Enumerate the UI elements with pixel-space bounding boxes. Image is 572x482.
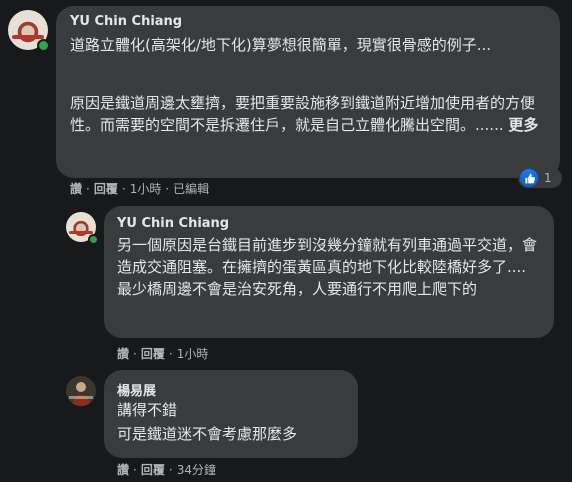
avatar-detail: [69, 230, 93, 234]
comment-text-line-1: 講得不錯: [117, 401, 178, 419]
comment-author-name[interactable]: YU Chin Chiang: [117, 216, 229, 231]
edited-label: 已編輯: [173, 182, 210, 196]
comment-2-avatar-wrapper[interactable]: [66, 212, 99, 245]
reply-link[interactable]: 回覆: [141, 347, 165, 361]
comment-author-name[interactable]: YU Chin Chiang: [70, 14, 182, 29]
avatar-detail: [12, 34, 44, 39]
comment-text: 另一個原因是台鐵目前進步到沒幾分鐘就有列車通過平交道，會造成交通阻塞。在擁擠的蛋…: [117, 236, 538, 298]
comment-2-actions: 讚 · 回覆 · 1小時: [117, 347, 209, 361]
comment-1-avatar-wrapper[interactable]: [8, 10, 50, 52]
reply-link[interactable]: 回覆: [141, 463, 165, 477]
see-more-link[interactable]: 更多: [508, 116, 538, 134]
comment-1-actions: 讚 · 回覆 · 1小時 · 已編輯: [70, 182, 210, 196]
online-status-icon: [88, 234, 99, 245]
reply-link[interactable]: 回覆: [94, 182, 118, 196]
avatar[interactable]: [66, 376, 96, 406]
comment-text-paragraph-2: 原因是鐵道周邊太壅擠，要把重要設施移到鐵道附近增加使用者的方便性。而需要的空間不…: [70, 92, 548, 136]
timestamp[interactable]: 34分鐘: [177, 463, 216, 477]
comment-3-actions: 讚 · 回覆 · 34分鐘: [117, 463, 216, 477]
comment-author-name[interactable]: 楊易展: [117, 380, 156, 399]
online-status-icon: [37, 39, 50, 52]
timestamp[interactable]: 1小時: [177, 347, 209, 361]
comment-text-body: 原因是鐵道周邊太壅擠，要把重要設施移到鐵道附近增加使用者的方便性。而需要的空間不…: [70, 94, 536, 134]
like-link[interactable]: 讚: [70, 182, 82, 196]
comment-text-paragraph-1: 道路立體化(高架化/地下化)算夢想很簡單，現實很骨感的例子...: [70, 36, 492, 54]
timestamp[interactable]: 1小時: [130, 182, 162, 196]
thumbs-up-icon: [520, 169, 538, 187]
like-link[interactable]: 讚: [117, 463, 129, 477]
like-link[interactable]: 讚: [117, 347, 129, 361]
reaction-count-badge[interactable]: 1: [518, 168, 562, 188]
comment-text-line-2: 可是鐵道迷不會考慮那麼多: [117, 425, 298, 443]
reaction-count: 1: [544, 171, 552, 185]
person-photo-icon: [66, 376, 96, 406]
